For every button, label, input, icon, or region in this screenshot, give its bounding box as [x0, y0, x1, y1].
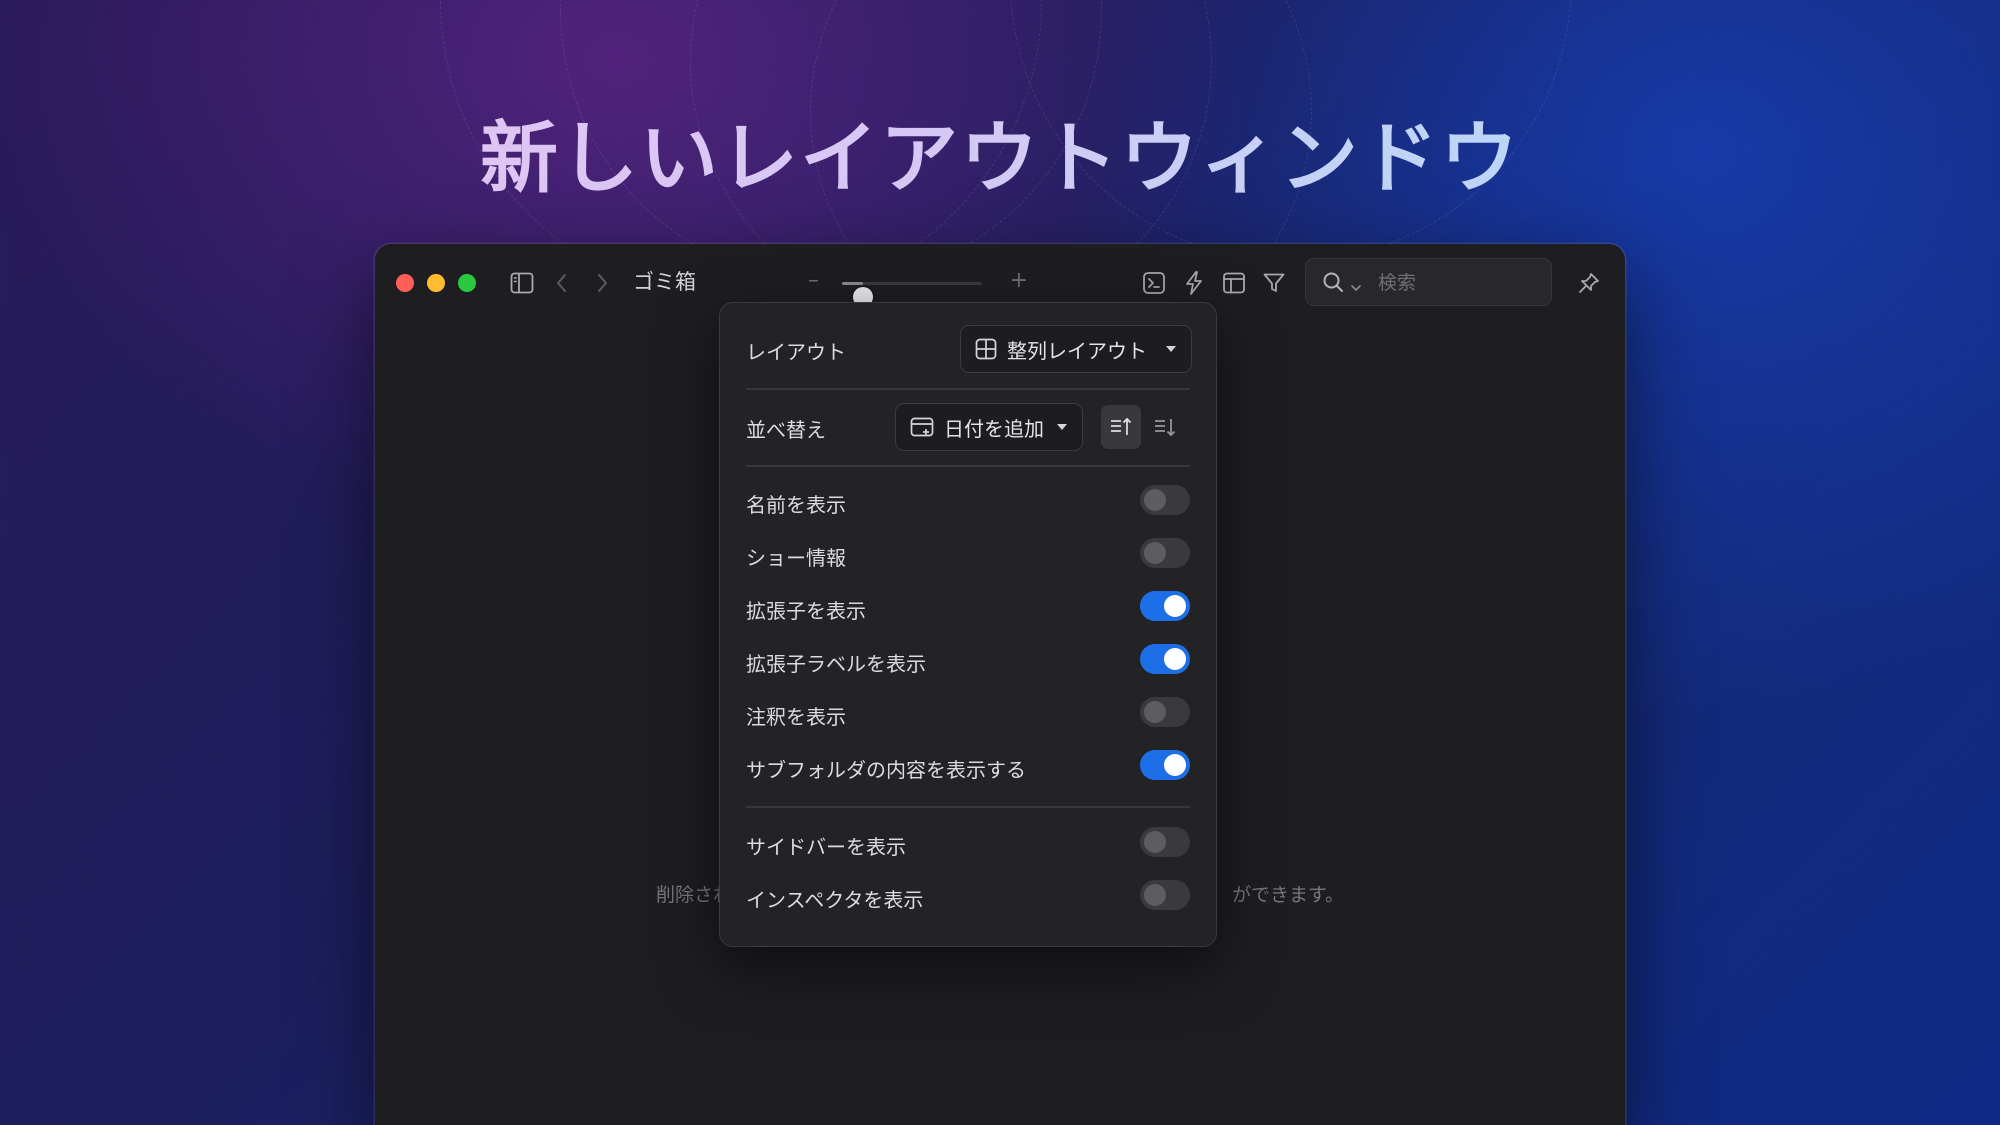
pin-icon[interactable] — [1574, 268, 1604, 298]
zoom-slider[interactable]: – + — [808, 268, 1028, 307]
toggle-label: 拡張子ラベルを表示 — [746, 652, 926, 676]
show-name-toggle[interactable] — [1140, 485, 1190, 515]
calendar-add-icon — [910, 416, 934, 438]
show-extension-label-toggle[interactable] — [1140, 644, 1190, 674]
toggle-row: サブフォルダの内容を表示する — [746, 750, 1190, 782]
toggle-label: インスペクタを表示 — [746, 888, 924, 912]
sort-dropdown-value: 日付を追加 — [944, 416, 1044, 441]
chevron-right-icon[interactable] — [587, 268, 617, 298]
toggle-label: サブフォルダの内容を表示する — [746, 758, 1026, 782]
show-sidebar-toggle[interactable] — [1140, 827, 1190, 857]
minimize-window-button[interactable] — [427, 274, 445, 292]
caret-down-icon — [1056, 423, 1068, 431]
toggle-row: ショー情報 — [746, 538, 1190, 570]
toggle-row: インスペクタを表示 — [746, 880, 1190, 912]
sort-label: 並べ替え — [746, 418, 826, 442]
layout-icon[interactable] — [1219, 268, 1249, 298]
show-extension-toggle[interactable] — [1140, 591, 1190, 621]
sort-ascending-icon — [1111, 417, 1132, 435]
zoom-out-icon[interactable]: – — [808, 268, 819, 293]
zoom-slider-fill — [842, 282, 863, 285]
layout-label: レイアウト — [746, 340, 846, 364]
layout-dropdown-value: 整列レイアウト — [1007, 338, 1147, 363]
zoom-in-icon[interactable]: + — [1010, 268, 1028, 293]
toggle-label: 名前を表示 — [746, 493, 846, 517]
sort-descending-icon — [1155, 419, 1176, 437]
zoom-slider-track[interactable] — [842, 282, 982, 307]
sort-ascending-button[interactable] — [1101, 405, 1141, 449]
empty-state-right: ができます。 — [1231, 884, 1345, 906]
toggle-label: サイドバーを表示 — [746, 835, 906, 859]
sort-descending-button[interactable] — [1145, 405, 1185, 449]
sort-row: 並べ替え 日付を追加 — [746, 403, 1190, 451]
layout-dropdown[interactable]: 整列レイアウト — [960, 325, 1192, 373]
divider — [746, 806, 1190, 808]
layout-row: レイアウト 整列レイアウト — [746, 325, 1192, 373]
window-title: ゴミ箱 — [633, 270, 696, 294]
toggle-row: サイドバーを表示 — [746, 827, 1190, 859]
search-field[interactable] — [1305, 258, 1552, 306]
terminal-icon[interactable] — [1139, 268, 1169, 298]
filter-icon[interactable] — [1259, 268, 1289, 298]
grid-layout-icon — [975, 338, 997, 360]
toggle-label: 注釈を表示 — [746, 705, 846, 729]
show-inspector-toggle[interactable] — [1140, 880, 1190, 910]
toggle-label: ショー情報 — [746, 546, 846, 570]
chevron-left-icon[interactable] — [547, 268, 577, 298]
sort-dropdown[interactable]: 日付を追加 — [895, 403, 1083, 451]
show-info-toggle[interactable] — [1140, 538, 1190, 568]
chevron-down-icon[interactable] — [1350, 277, 1362, 296]
toggle-row: 拡張子を表示 — [746, 591, 1190, 623]
close-window-button[interactable] — [396, 274, 414, 292]
toggle-row: 注釈を表示 — [746, 697, 1190, 729]
divider — [746, 465, 1190, 467]
show-subfolder-contents-toggle[interactable] — [1140, 750, 1190, 780]
view-options-popover: レイアウト 整列レイアウト 並べ替え 日付を追加 名前を表示 ショー情報 拡張子… — [719, 302, 1217, 947]
hero-title: 新しいレイアウトウィンドウ — [0, 96, 2000, 208]
caret-down-icon — [1165, 345, 1177, 353]
sidebar-icon[interactable] — [507, 268, 537, 298]
show-annotation-toggle[interactable] — [1140, 697, 1190, 727]
search-input[interactable] — [1376, 269, 1540, 297]
toggle-row: 名前を表示 — [746, 485, 1190, 517]
zoom-window-button[interactable] — [458, 274, 476, 292]
search-icon — [1322, 271, 1344, 297]
divider — [746, 388, 1190, 390]
toggle-row: 拡張子ラベルを表示 — [746, 644, 1190, 676]
bolt-icon[interactable] — [1179, 268, 1209, 298]
toggle-label: 拡張子を表示 — [746, 599, 866, 623]
